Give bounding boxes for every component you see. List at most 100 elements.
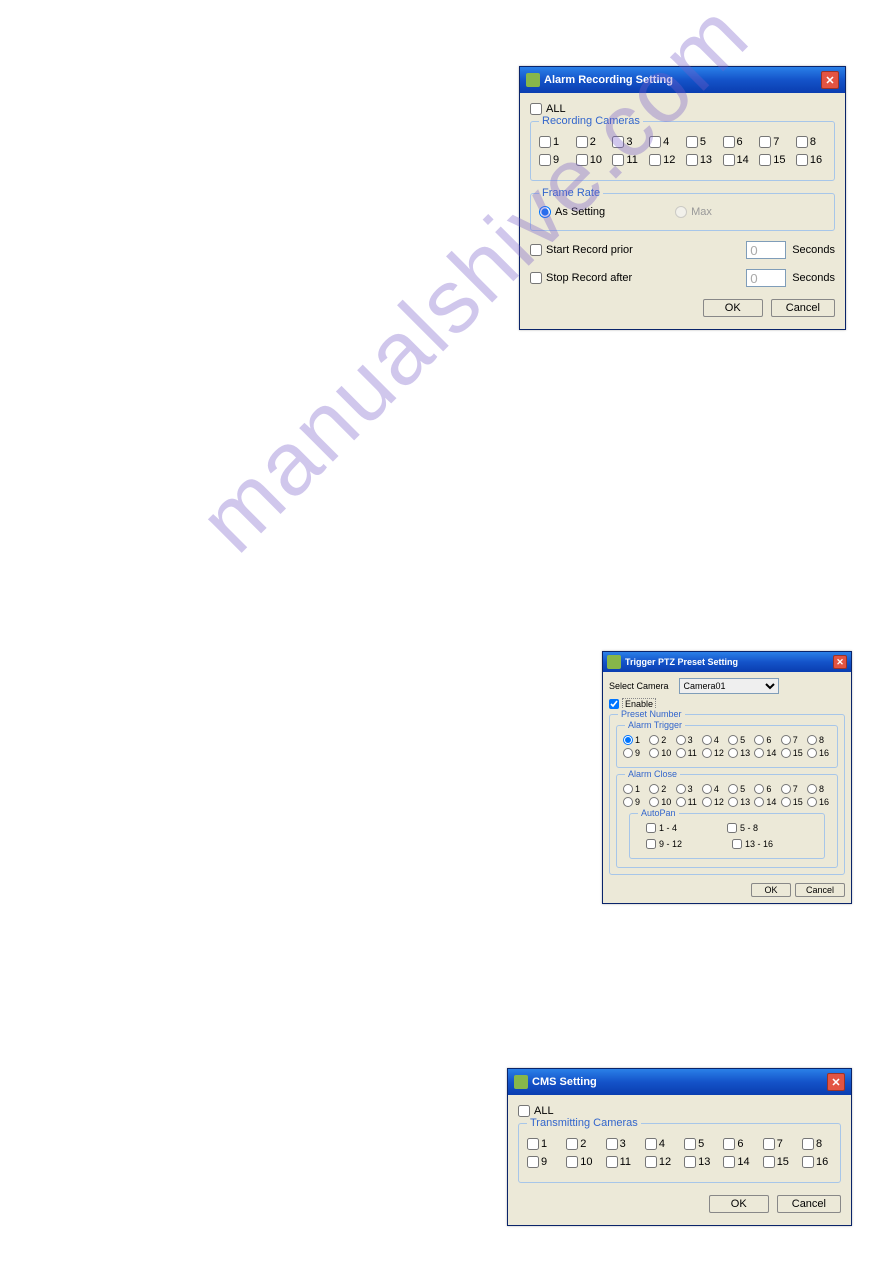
preset-radio[interactable] bbox=[781, 748, 791, 758]
preset-radio[interactable] bbox=[649, 748, 659, 758]
all-checkbox[interactable] bbox=[518, 1105, 530, 1117]
cam-checkbox[interactable] bbox=[802, 1156, 814, 1168]
cam-checkbox[interactable] bbox=[645, 1138, 657, 1150]
autopan-checkbox[interactable] bbox=[646, 823, 656, 833]
preset-radio[interactable] bbox=[623, 748, 633, 758]
cam-checkbox[interactable] bbox=[527, 1138, 539, 1150]
preset-radio[interactable] bbox=[702, 784, 712, 794]
cam-label: 7 bbox=[773, 136, 779, 148]
preset-radio[interactable] bbox=[728, 797, 738, 807]
close-icon[interactable]: ✕ bbox=[821, 71, 839, 89]
cam-checkbox[interactable] bbox=[649, 154, 661, 166]
cam-checkbox[interactable] bbox=[686, 136, 698, 148]
preset-radio[interactable] bbox=[807, 797, 817, 807]
cancel-button[interactable]: Cancel bbox=[777, 1195, 841, 1213]
preset-radio[interactable] bbox=[649, 797, 659, 807]
preset-radio[interactable] bbox=[807, 748, 817, 758]
preset-radio[interactable] bbox=[754, 797, 764, 807]
app-icon bbox=[607, 655, 621, 669]
cam-checkbox[interactable] bbox=[539, 136, 551, 148]
cam-checkbox[interactable] bbox=[796, 136, 808, 148]
preset-radio[interactable] bbox=[649, 735, 659, 745]
preset-radio[interactable] bbox=[649, 784, 659, 794]
camera-select[interactable]: Camera01 bbox=[679, 678, 779, 694]
cam-checkbox[interactable] bbox=[763, 1156, 775, 1168]
enable-checkbox[interactable] bbox=[609, 699, 619, 709]
start-prior-checkbox[interactable] bbox=[530, 244, 542, 256]
cam-checkbox[interactable] bbox=[576, 154, 588, 166]
cam-checkbox[interactable] bbox=[796, 154, 808, 166]
ok-button[interactable]: OK bbox=[751, 883, 791, 897]
close-icon[interactable]: ✕ bbox=[833, 655, 847, 669]
cam-checkbox[interactable] bbox=[539, 154, 551, 166]
as-setting-radio[interactable] bbox=[539, 206, 551, 218]
cam-checkbox[interactable] bbox=[723, 136, 735, 148]
fieldset-legend: Frame Rate bbox=[539, 187, 603, 199]
preset-label: 10 bbox=[661, 748, 671, 758]
preset-radio[interactable] bbox=[623, 784, 633, 794]
cam-checkbox[interactable] bbox=[612, 154, 624, 166]
stop-after-checkbox[interactable] bbox=[530, 272, 542, 284]
cam-label: 13 bbox=[698, 1156, 710, 1168]
cancel-button[interactable]: Cancel bbox=[795, 883, 845, 897]
all-checkbox[interactable] bbox=[530, 103, 542, 115]
preset-radio[interactable] bbox=[781, 797, 791, 807]
preset-radio[interactable] bbox=[676, 784, 686, 794]
cam-checkbox[interactable] bbox=[686, 154, 698, 166]
preset-radio[interactable] bbox=[754, 748, 764, 758]
preset-label: 9 bbox=[635, 748, 640, 758]
cam-checkbox[interactable] bbox=[759, 136, 771, 148]
preset-radio[interactable] bbox=[807, 735, 817, 745]
preset-radio[interactable] bbox=[623, 735, 633, 745]
cam-label: 12 bbox=[663, 154, 675, 166]
preset-radio[interactable] bbox=[728, 784, 738, 794]
preset-label: 5 bbox=[740, 735, 745, 745]
preset-radio[interactable] bbox=[728, 748, 738, 758]
preset-radio[interactable] bbox=[781, 784, 791, 794]
cam-checkbox[interactable] bbox=[612, 136, 624, 148]
ok-button[interactable]: OK bbox=[709, 1195, 769, 1213]
autopan-checkbox[interactable] bbox=[732, 839, 742, 849]
close-icon[interactable]: ✕ bbox=[827, 1073, 845, 1091]
cam-checkbox[interactable] bbox=[684, 1156, 696, 1168]
cam-checkbox[interactable] bbox=[723, 154, 735, 166]
cam-checkbox[interactable] bbox=[606, 1138, 618, 1150]
preset-radio[interactable] bbox=[807, 784, 817, 794]
cancel-button[interactable]: Cancel bbox=[771, 299, 835, 317]
preset-radio[interactable] bbox=[676, 748, 686, 758]
all-label: ALL bbox=[546, 103, 566, 115]
cam-checkbox[interactable] bbox=[759, 154, 771, 166]
cam-checkbox[interactable] bbox=[566, 1138, 578, 1150]
cam-checkbox[interactable] bbox=[649, 136, 661, 148]
ok-button[interactable]: OK bbox=[703, 299, 763, 317]
cam-checkbox[interactable] bbox=[566, 1156, 578, 1168]
cam-checkbox[interactable] bbox=[763, 1138, 775, 1150]
preset-radio[interactable] bbox=[702, 797, 712, 807]
preset-radio[interactable] bbox=[702, 735, 712, 745]
cam-checkbox[interactable] bbox=[527, 1156, 539, 1168]
preset-label: 1 bbox=[635, 784, 640, 794]
cam-label: 15 bbox=[777, 1156, 789, 1168]
cam-label: 11 bbox=[626, 154, 637, 166]
cam-checkbox[interactable] bbox=[645, 1156, 657, 1168]
cam-checkbox[interactable] bbox=[576, 136, 588, 148]
autopan-checkbox[interactable] bbox=[646, 839, 656, 849]
start-seconds-input[interactable] bbox=[746, 241, 786, 259]
cam-checkbox[interactable] bbox=[723, 1156, 735, 1168]
preset-radio[interactable] bbox=[781, 735, 791, 745]
stop-seconds-input[interactable] bbox=[746, 269, 786, 287]
alarm-close-fieldset: Alarm Close 1 2 3 4 5 6 7 8 9 10 11 12 1… bbox=[616, 774, 838, 868]
preset-radio[interactable] bbox=[728, 735, 738, 745]
preset-radio[interactable] bbox=[754, 784, 764, 794]
cam-checkbox[interactable] bbox=[802, 1138, 814, 1150]
preset-radio[interactable] bbox=[623, 797, 633, 807]
cam-checkbox[interactable] bbox=[723, 1138, 735, 1150]
preset-radio[interactable] bbox=[702, 748, 712, 758]
preset-radio[interactable] bbox=[754, 735, 764, 745]
preset-label: 11 bbox=[688, 748, 697, 758]
cam-checkbox[interactable] bbox=[684, 1138, 696, 1150]
preset-radio[interactable] bbox=[676, 797, 686, 807]
cam-checkbox[interactable] bbox=[606, 1156, 618, 1168]
autopan-checkbox[interactable] bbox=[727, 823, 737, 833]
preset-radio[interactable] bbox=[676, 735, 686, 745]
